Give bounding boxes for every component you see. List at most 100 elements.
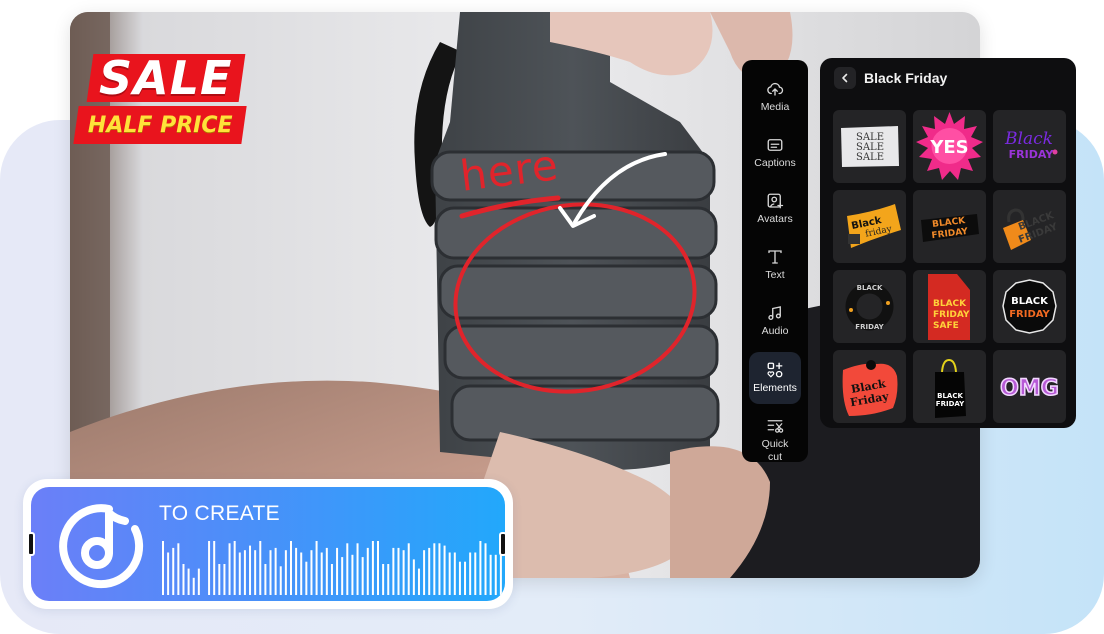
waveform-bar xyxy=(489,554,492,595)
svg-text:BLACK: BLACK xyxy=(1011,296,1049,307)
waveform-bar xyxy=(336,547,339,595)
waveform-bar xyxy=(162,541,164,595)
svg-text:FRIDAY: FRIDAY xyxy=(936,400,965,408)
waveform-bar xyxy=(423,550,426,595)
waveform-bar xyxy=(274,547,277,595)
waveform-bar xyxy=(356,543,359,595)
waveform-bar xyxy=(499,550,502,595)
svg-text:OMG: OMG xyxy=(1000,376,1059,401)
waveform-bar xyxy=(197,568,200,595)
cloud-upload-icon xyxy=(767,82,784,96)
toolbar-label: Elements xyxy=(753,382,797,394)
sticker-black-friday-flag[interactable]: Black friday xyxy=(833,190,906,263)
toolbar-item-captions[interactable]: Captions xyxy=(749,128,801,178)
toolbar-label: Audio xyxy=(761,325,789,337)
sale-sticker: SALE HALF PRICE xyxy=(73,51,247,148)
waveform-bar xyxy=(366,547,369,595)
waveform-bar xyxy=(320,552,323,595)
trim-handle-left[interactable] xyxy=(27,532,35,556)
waveform-bar xyxy=(479,541,482,595)
toolbar-label: Captions xyxy=(754,157,796,169)
toolbar-item-audio[interactable]: Audio xyxy=(749,296,801,346)
waveform-bar xyxy=(361,557,364,595)
waveform-bar xyxy=(484,543,487,595)
waveform-bar xyxy=(208,541,211,595)
sticker-black-friday-bag[interactable]: BLACK FRIDAY xyxy=(913,350,986,423)
waveform-bar xyxy=(259,541,262,595)
waveform-bar xyxy=(330,564,333,595)
waveform-bar xyxy=(494,554,497,595)
sticker-black-friday-script[interactable]: Black FRIDAY xyxy=(993,110,1066,183)
sale-text: SALE xyxy=(99,51,233,105)
waveform-bar xyxy=(469,552,472,595)
waveform-bar xyxy=(382,564,385,595)
svg-text:YES: YES xyxy=(929,137,968,158)
music-disc-icon xyxy=(59,504,144,589)
svg-text:FRIDAY: FRIDAY xyxy=(1009,309,1050,320)
svg-text:BLACK: BLACK xyxy=(933,299,967,309)
waveform-bar xyxy=(177,543,180,595)
waveform-bar xyxy=(284,550,287,595)
waveform-bar xyxy=(187,568,190,595)
waveform-bar xyxy=(269,550,272,595)
audio-waveform xyxy=(162,541,502,595)
sticker-black-friday-price-tag[interactable]: Black Friday xyxy=(833,350,906,423)
sticker-black-friday-badge[interactable]: BLACK FRIDAY xyxy=(993,270,1066,343)
elements-icon xyxy=(767,362,783,378)
waveform-bar xyxy=(377,541,380,595)
audio-track-card[interactable]: TO CREATE xyxy=(23,479,513,609)
waveform-bar xyxy=(254,550,257,595)
waveform-bar xyxy=(464,561,467,595)
toolbar-item-media[interactable]: Media xyxy=(749,72,801,122)
waveform-bar xyxy=(182,564,185,595)
toolbar-label: Media xyxy=(760,101,790,113)
waveform-bar xyxy=(279,566,282,595)
waveform-bar xyxy=(213,541,216,595)
waveform-bar xyxy=(249,545,252,595)
toolbar-item-avatars[interactable]: Avatars xyxy=(749,184,801,234)
waveform-bar xyxy=(192,577,195,595)
waveform-bar xyxy=(433,543,436,595)
waveform-bar xyxy=(438,543,441,595)
side-toolbar: Media Captions Avatars Text Audio Elemen… xyxy=(742,60,808,463)
elements-panel: Black Friday SALE SALE SALE YES Black FR… xyxy=(820,58,1076,428)
waveform-bar xyxy=(310,550,313,595)
sticker-black-friday-lock[interactable]: BLACK FRIDAY xyxy=(993,190,1066,263)
sticker-yes-burst[interactable]: YES xyxy=(913,110,986,183)
waveform-bar xyxy=(397,547,400,595)
avatar-add-icon xyxy=(767,193,784,209)
back-button[interactable] xyxy=(834,67,856,89)
promo-stage: here SALE HALF PRICE Media Captions Avat… xyxy=(0,0,1104,634)
waveform-bar xyxy=(448,552,451,595)
sticker-black-friday-brush[interactable]: BLACK FRIDAY xyxy=(913,190,986,263)
waveform-bar xyxy=(264,564,267,595)
waveform-bar xyxy=(228,543,231,595)
sticker-sale-sale-sale[interactable]: SALE SALE SALE xyxy=(833,110,906,183)
waveform-bar xyxy=(300,552,303,595)
waveform-bar xyxy=(295,547,298,595)
waveform-bar xyxy=(412,559,415,595)
toolbar-item-quick-cut[interactable]: Quick cut xyxy=(749,410,801,470)
sticker-omg-balloon[interactable]: OMG xyxy=(993,350,1066,423)
svg-text:FRIDAY: FRIDAY xyxy=(1009,148,1055,161)
waveform-bar xyxy=(218,564,221,595)
toolbar-item-text[interactable]: Text xyxy=(749,240,801,290)
svg-text:BLACK: BLACK xyxy=(857,284,883,292)
waveform-bar xyxy=(172,547,175,595)
sticker-black-friday-ring[interactable]: BLACK FRIDAY xyxy=(833,270,906,343)
waveform-bar xyxy=(407,543,410,595)
svg-text:FRIDAY: FRIDAY xyxy=(855,323,884,331)
waveform-bar xyxy=(289,541,292,595)
sticker-black-friday-safe-tag[interactable]: BLACK FRIDAY SAFE xyxy=(913,270,986,343)
waveform-bar xyxy=(341,557,344,595)
waveform-bar xyxy=(417,568,420,595)
trim-handle-right[interactable] xyxy=(499,532,507,556)
svg-text:Black: Black xyxy=(1004,129,1053,149)
waveform-bar xyxy=(223,564,226,595)
waveform-bar xyxy=(238,552,241,595)
toolbar-item-elements[interactable]: Elements xyxy=(749,352,801,404)
toolbar-label: Quick cut xyxy=(761,437,789,463)
music-note-icon xyxy=(768,306,781,321)
waveform-bar xyxy=(325,547,328,595)
waveform-bar xyxy=(402,550,405,595)
